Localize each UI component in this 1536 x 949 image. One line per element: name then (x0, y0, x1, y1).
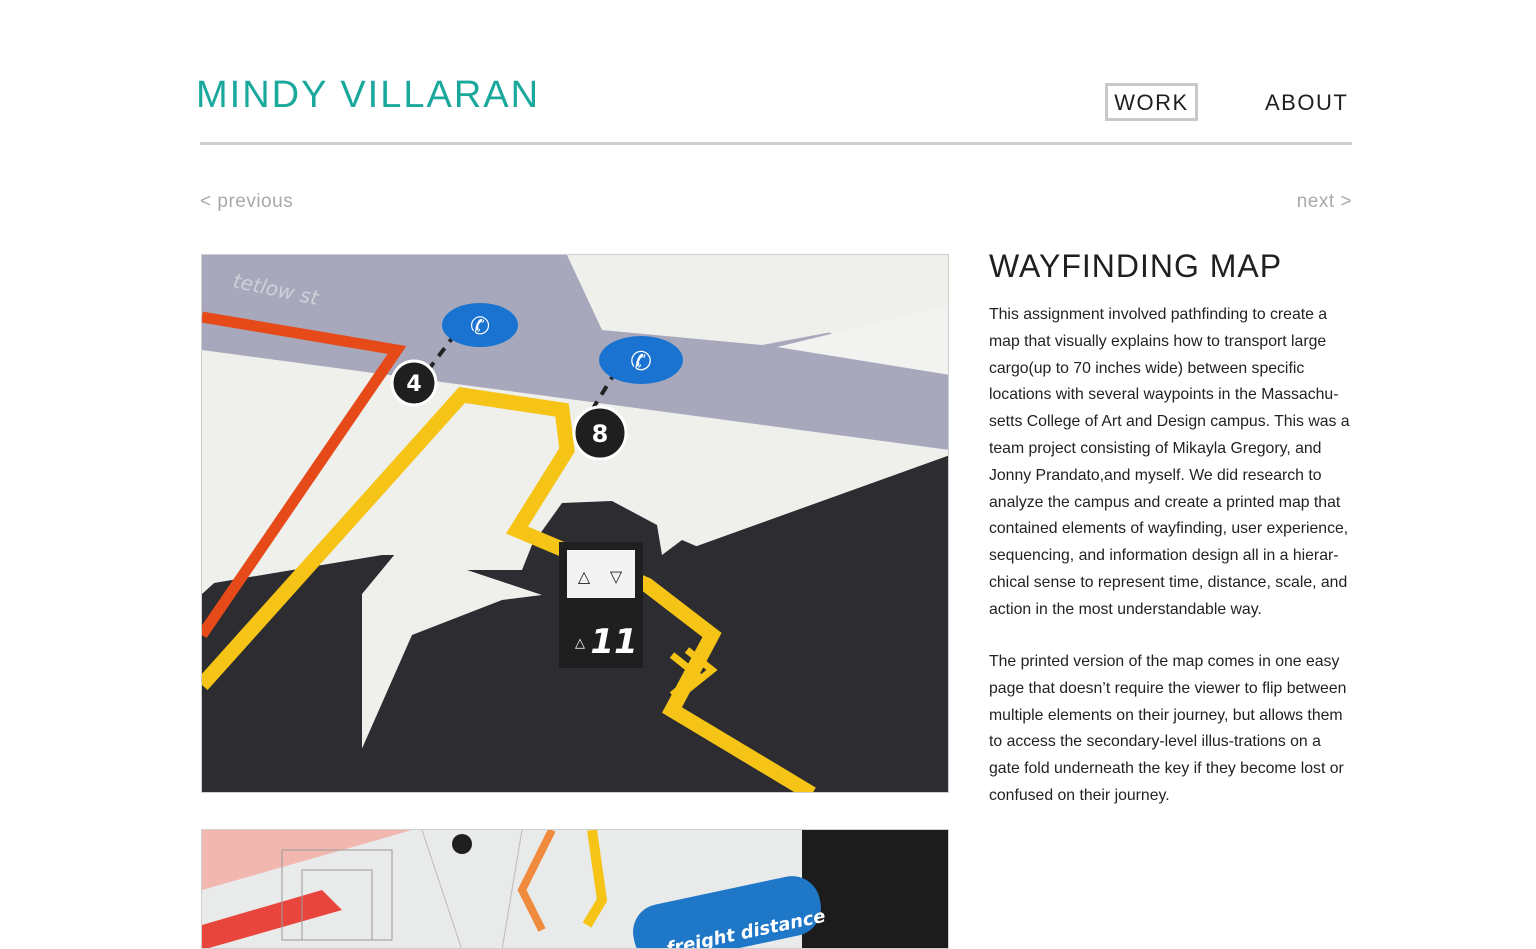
info-icon (452, 834, 472, 854)
nav-about-link[interactable]: ABOUT (1265, 86, 1348, 119)
down-arrow-icon: ▽ (610, 567, 623, 586)
nav-work-link[interactable]: WORK (1105, 83, 1198, 121)
project-description: The printed version of the map comes in … (989, 653, 1347, 804)
waypoint-number: 4 (406, 372, 421, 397)
site-header: MINDY VILLARAN WORK ABOUT (196, 74, 1352, 146)
gatefold-shadow (802, 830, 948, 948)
phone-icon: ✆ (630, 347, 652, 377)
project-photo-map-closeup: tetlow st ✆ ✆ 4 8 △ ▽ △ 11 (201, 254, 949, 793)
gatefold-illustration: freight distance (202, 830, 948, 948)
next-project-link[interactable]: next > (1297, 191, 1352, 213)
header-divider (200, 142, 1352, 145)
previous-project-link[interactable]: < previous (200, 191, 293, 213)
waypoint-number: 8 (592, 420, 609, 448)
project-title: WAYFINDING MAP (989, 248, 1283, 284)
project-description: This assignment involved pathfinding to … (989, 306, 1350, 618)
up-arrow-icon: △ (578, 567, 591, 586)
site-title[interactable]: MINDY VILLARAN (196, 74, 540, 117)
elevator-floor-number: 11 (590, 622, 637, 662)
up-arrow-icon: △ (575, 636, 585, 651)
map-closeup-illustration: tetlow st ✆ ✆ 4 8 △ ▽ △ 11 (202, 255, 948, 792)
phone-icon: ✆ (470, 312, 490, 340)
project-photo-gatefold-detail: freight distance (201, 829, 949, 949)
